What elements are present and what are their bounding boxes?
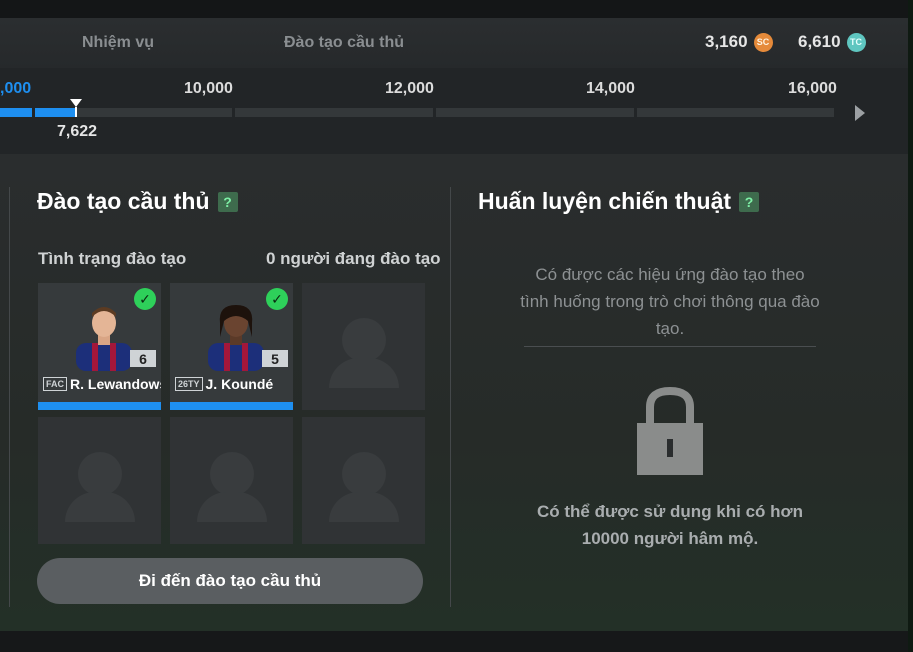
tick-label: 14,000 — [586, 80, 635, 97]
level-badge: 6 — [130, 350, 156, 367]
tc-coin-icon: TC — [846, 32, 866, 52]
tactics-title: Huấn luyện chiến thuật ? — [478, 188, 760, 215]
tick-label: 16,000 — [788, 80, 837, 97]
fan-progress: ,000 10,000 12,000 14,000 16,000 7,622 — [0, 68, 908, 154]
tick-label: ,000 — [0, 80, 32, 97]
lock-icon — [637, 387, 703, 475]
currency-sc: 3,160 SC — [705, 32, 773, 52]
divider — [524, 346, 816, 347]
main-panel: Đào tạo cầu thủ ? Tình trạng đào tạo 0 n… — [0, 154, 908, 631]
lock-message: Có thể được sử dụng khi có hơn 10000 ngư… — [536, 502, 803, 548]
bottom-strip — [0, 631, 913, 652]
divider — [9, 187, 10, 607]
training-count-label: 0 người đang đào tạo — [266, 249, 441, 268]
player-portrait-icon — [208, 305, 264, 371]
go-to-training-button[interactable]: Đi đến đào tạo cầu thủ — [37, 558, 423, 604]
nav-player-training[interactable]: Đào tạo cầu thủ — [284, 34, 404, 52]
nav-missions[interactable]: Nhiệm vụ — [82, 34, 154, 52]
currency-tc: 6,610 TC — [798, 32, 866, 52]
tactics-description: Có được các hiệu ứng đào tạo theo tình h… — [520, 265, 820, 338]
check-icon: ✓ — [266, 288, 288, 310]
tick-label: 10,000 — [184, 80, 233, 97]
progress-track — [0, 108, 834, 117]
level-badge: 5 — [262, 350, 288, 367]
player-portrait-icon — [76, 307, 132, 371]
current-fans-value: 7,622 — [57, 123, 98, 140]
empty-slot[interactable] — [302, 417, 425, 544]
player-card[interactable]: ✓ 5 26TY J. Koundé — [170, 283, 293, 410]
progress-fill — [35, 108, 76, 117]
training-status-label: Tình trạng đào tạo — [38, 249, 187, 268]
empty-slot[interactable] — [302, 283, 425, 410]
card-bar — [38, 402, 161, 410]
top-strip — [0, 0, 913, 18]
divider — [450, 187, 451, 607]
currency-tc-value: 6,610 — [798, 32, 841, 51]
scroll-right-arrow-icon[interactable] — [855, 105, 865, 121]
season-badge: 26TY — [175, 377, 203, 391]
card-bar — [170, 402, 293, 410]
player-name: 26TY J. Koundé — [175, 376, 293, 392]
empty-slot[interactable] — [38, 417, 161, 544]
sc-coin-icon: SC — [753, 32, 773, 52]
season-badge: FAC — [43, 377, 67, 391]
help-icon[interactable]: ? — [217, 191, 238, 212]
player-name: FAC R. Lewandows — [43, 376, 161, 392]
player-card[interactable]: ✓ 6 FAC R. Lewandows — [38, 283, 161, 410]
progress-marker-icon — [70, 99, 82, 107]
tick-label: 12,000 — [385, 80, 434, 97]
currency-sc-value: 3,160 — [705, 32, 748, 51]
help-icon[interactable]: ? — [739, 191, 760, 212]
empty-slot[interactable] — [170, 417, 293, 544]
header-bar: Nhiệm vụ Đào tạo cầu thủ 3,160 SC 6,610 … — [0, 18, 908, 68]
progress-fill — [0, 108, 32, 117]
training-title: Đào tạo cầu thủ ? — [37, 188, 238, 215]
check-icon: ✓ — [134, 288, 156, 310]
